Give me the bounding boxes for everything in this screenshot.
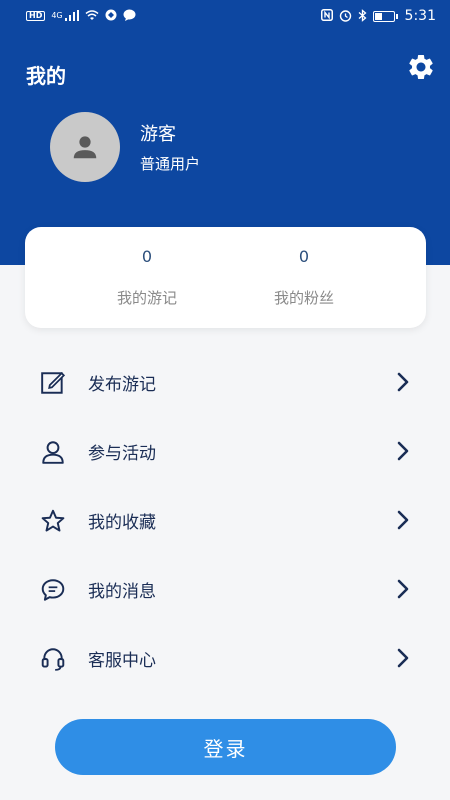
headset-icon [41,648,65,671]
login-button[interactable]: 登录 [55,719,396,775]
chevron-right-icon [397,648,409,668]
edit-icon [41,372,66,394]
menu-item-customer-service[interactable]: 客服中心 [0,624,450,693]
settings-button[interactable] [406,52,436,82]
menu-label: 发布游记 [88,375,156,395]
battery-icon [372,10,398,22]
avatar[interactable] [50,112,120,182]
page-title: 我的 [26,64,66,88]
chevron-right-icon [397,372,409,392]
gear-icon [409,54,433,79]
status-bar: HD 4G 5:31 [0,0,450,32]
status-time: 5:31 [404,8,436,24]
menu-item-messages[interactable]: 我的消息 [0,555,450,624]
nfc-icon [320,9,333,23]
message-icon [41,579,65,601]
menu-item-favorites[interactable]: 我的收藏 [0,486,450,555]
menu-label: 我的消息 [88,582,156,602]
chevron-right-icon [397,579,409,599]
status-bar-left: HD 4G [26,9,136,23]
person-placeholder-icon [73,136,97,159]
stat-value: 0 [298,247,310,266]
menu-label: 我的收藏 [88,513,156,533]
chevron-right-icon [397,441,409,461]
network-type: 4G [51,11,63,20]
shield-icon [105,9,117,23]
menu-list: 发布游记 参与活动 我的收藏 我的消息 客服中心 [0,348,450,693]
menu-item-activities[interactable]: 参与活动 [0,417,450,486]
stats-card: 0 我的游记 0 我的粉丝 [25,227,426,328]
user-type: 普通用户 [140,155,201,173]
signal-icon [64,9,79,23]
alarm-icon [339,9,352,24]
menu-item-publish[interactable]: 发布游记 [0,348,450,417]
chat-icon [123,9,136,23]
hd-icon: HD [26,11,46,21]
bluetooth-icon [358,8,367,24]
username: 游客 [140,124,176,145]
profile-screen: HD 4G 5:31 我的 游客 普通用户 0 我的游记 0 我的粉丝 发布游记… [0,0,450,800]
stat-label: 我的粉丝 [273,289,334,307]
stat-value: 0 [141,247,153,266]
status-bar-right: 5:31 [320,8,436,24]
chevron-right-icon [397,510,409,530]
wifi-icon [85,9,99,23]
star-icon [41,509,65,532]
person-icon [42,441,64,464]
stat-label: 我的游记 [116,289,177,307]
menu-label: 参与活动 [88,444,156,464]
menu-label: 客服中心 [88,651,156,671]
